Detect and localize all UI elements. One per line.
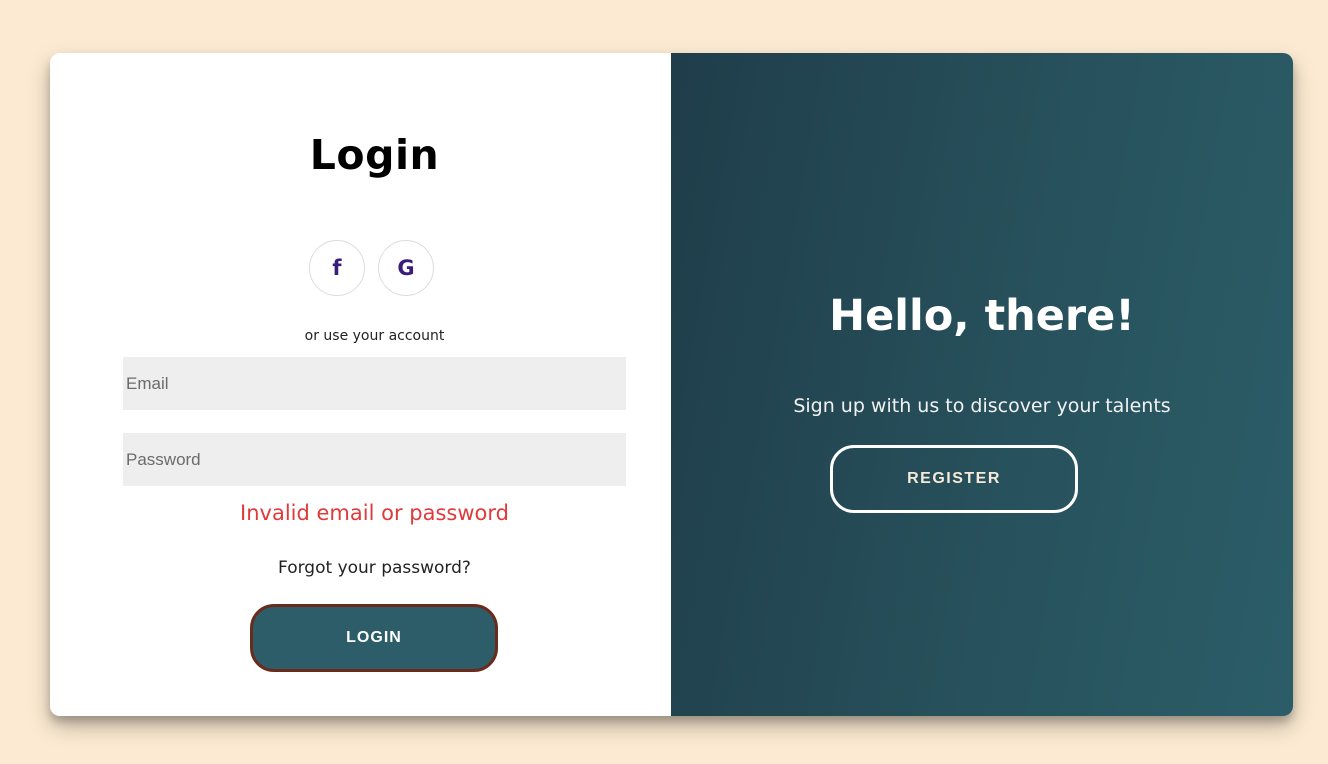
facebook-login-button[interactable]: f xyxy=(309,240,365,296)
alternative-login-text: or use your account xyxy=(304,328,445,344)
social-login-group: f G xyxy=(309,240,434,296)
register-panel: Hello, there! Sign up with us to discove… xyxy=(671,53,1293,716)
email-field[interactable] xyxy=(123,357,626,410)
facebook-icon: f xyxy=(332,256,342,280)
password-field[interactable] xyxy=(123,433,626,486)
register-panel-subtitle: Sign up with us to discover your talents xyxy=(793,395,1171,417)
google-icon: G xyxy=(397,256,415,280)
forgot-password-link[interactable]: Forgot your password? xyxy=(50,558,699,578)
register-button[interactable]: REGISTER xyxy=(830,445,1078,513)
login-title: Login xyxy=(309,131,440,179)
login-error-message: Invalid email or password xyxy=(240,501,509,525)
auth-card: Login f G or use your account Invalid em… xyxy=(50,53,1293,716)
login-panel: Login f G or use your account Invalid em… xyxy=(50,53,671,716)
register-panel-title: Hello, there! xyxy=(829,291,1135,341)
google-login-button[interactable]: G xyxy=(378,240,434,296)
login-button[interactable]: LOGIN xyxy=(250,604,498,672)
